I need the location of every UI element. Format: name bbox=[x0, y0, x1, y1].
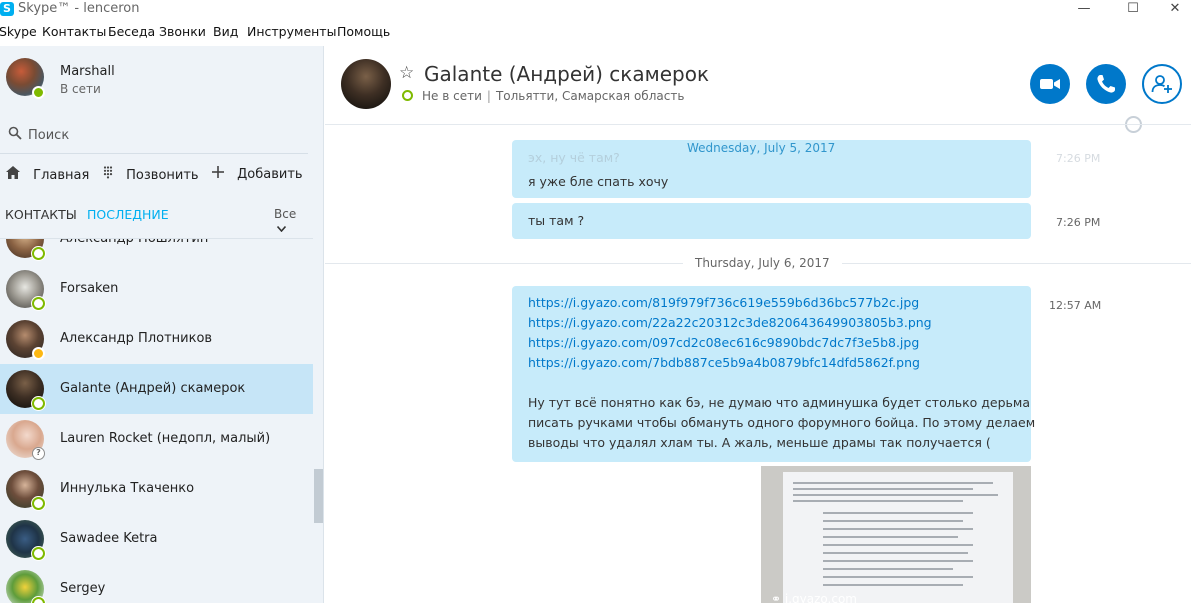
date-separator: Wednesday, July 5, 2017 bbox=[675, 141, 848, 155]
profile-name[interactable]: Marshall bbox=[60, 64, 115, 79]
profile-presence-icon bbox=[32, 86, 45, 99]
contact-name: Sergey bbox=[60, 581, 106, 596]
search-icon bbox=[8, 126, 22, 144]
audio-call-button[interactable] bbox=[1086, 64, 1126, 104]
window-title: Skype™ - lenceron bbox=[18, 1, 140, 16]
presence-online-icon bbox=[32, 547, 45, 560]
image-caption: ⚭ i.gyazo.com bbox=[771, 592, 857, 603]
date-separator: Thursday, July 6, 2017 bbox=[683, 256, 842, 270]
menu-conversation[interactable]: Беседа bbox=[108, 24, 155, 39]
message-time-faded: 7:26 PM bbox=[1056, 152, 1101, 165]
home-icon bbox=[6, 166, 24, 183]
message-text: я уже бле спать хочу bbox=[528, 174, 669, 189]
chat-title[interactable]: Galante (Андрей) скамерок bbox=[424, 62, 709, 86]
sidebar: Marshall В сети Главная Позвонить Добави… bbox=[0, 46, 324, 603]
contact-row[interactable]: Иннулька Ткаченко bbox=[0, 464, 313, 514]
contact-row[interactable]: ? Lauren Rocket (недопл, малый) bbox=[0, 414, 313, 464]
search-input[interactable] bbox=[28, 125, 288, 145]
plus-icon bbox=[212, 166, 228, 182]
contact-row[interactable]: Александр Пошлятин bbox=[0, 238, 313, 264]
chat-location: Тольятти, Самарская область bbox=[495, 89, 685, 103]
video-call-button[interactable] bbox=[1030, 64, 1070, 104]
contact-name: Sawadee Ketra bbox=[60, 531, 158, 546]
add-people-button[interactable] bbox=[1142, 64, 1182, 104]
presence-offline-icon bbox=[402, 90, 413, 101]
header-divider bbox=[325, 124, 1191, 125]
message-content: https://i.gyazo.com/819f979f736c619e559b… bbox=[528, 293, 1035, 453]
maximize-button[interactable]: ☐ bbox=[1110, 0, 1156, 20]
filter-dropdown[interactable]: Все bbox=[274, 207, 308, 235]
home-button[interactable]: Главная bbox=[6, 166, 89, 183]
contact-row[interactable]: Forsaken bbox=[0, 264, 313, 314]
message-text-faded: эх, ну чё там? bbox=[528, 150, 620, 165]
add-contact-button[interactable]: Добавить bbox=[212, 166, 303, 182]
image-content bbox=[783, 472, 1013, 603]
star-icon[interactable]: ☆ bbox=[399, 63, 414, 83]
dialpad-icon bbox=[103, 166, 117, 183]
chat-subtitle: Не в сети | Тольятти, Самарская область bbox=[402, 89, 684, 103]
chat-status: Не в сети bbox=[422, 89, 482, 103]
contact-list: Александр Пошлятин Forsaken Александр Пл… bbox=[0, 238, 313, 603]
message-bubble[interactable]: https://i.gyazo.com/819f979f736c619e559b… bbox=[512, 286, 1035, 462]
search-box[interactable] bbox=[0, 124, 308, 154]
contact-name: Иннулька Ткаченко bbox=[60, 481, 195, 496]
message-link[interactable]: https://i.gyazo.com/097cd2c08ec616c9890b… bbox=[528, 333, 1035, 353]
call-label: Позвонить bbox=[126, 168, 199, 183]
presence-offline-icon bbox=[32, 397, 45, 410]
add-label: Добавить bbox=[237, 167, 303, 182]
title-bar: S Skype™ - lenceron — ☐ ✕ bbox=[0, 0, 1191, 20]
message-paragraph: Ну тут всё понятно как бэ, не думаю что … bbox=[528, 393, 1035, 453]
message-time: 12:57 AM bbox=[1049, 299, 1102, 312]
image-caption-text: i.gyazo.com bbox=[784, 592, 857, 603]
presence-online-icon bbox=[32, 297, 45, 310]
menu-help[interactable]: Помощь bbox=[337, 24, 390, 39]
presence-unknown-icon: ? bbox=[32, 447, 45, 460]
contact-name: Александр Плотников bbox=[60, 331, 213, 346]
contact-row[interactable]: Sergey bbox=[0, 564, 313, 603]
presence-online-icon bbox=[32, 597, 45, 603]
profile-status[interactable]: В сети bbox=[60, 82, 101, 96]
presence-online-icon bbox=[32, 497, 45, 510]
contact-name: Lauren Rocket (недопл, малый) bbox=[60, 431, 271, 446]
menu-calls[interactable]: Звонки bbox=[159, 24, 206, 39]
close-button[interactable]: ✕ bbox=[1152, 0, 1191, 20]
contact-row[interactable]: Александр Плотников bbox=[0, 314, 313, 364]
message-link[interactable]: https://i.gyazo.com/819f979f736c619e559b… bbox=[528, 293, 1035, 313]
nav-row: Главная Позвонить Добавить bbox=[0, 166, 308, 186]
home-label: Главная bbox=[33, 168, 90, 183]
contact-row-selected[interactable]: Galante (Андрей) скамерок bbox=[0, 364, 313, 414]
call-dialpad-button[interactable]: Позвонить bbox=[103, 166, 199, 183]
filter-label: Все bbox=[274, 207, 297, 221]
message-link[interactable]: https://i.gyazo.com/7bdb887ce5b9a4b0879b… bbox=[528, 353, 1035, 373]
contact-row[interactable]: Sawadee Ketra bbox=[0, 514, 313, 564]
presence-online-icon bbox=[32, 247, 45, 260]
tab-contacts[interactable]: КОНТАКТЫ bbox=[5, 207, 77, 222]
presence-away-icon bbox=[32, 347, 45, 360]
image-preview[interactable]: ⚭ i.gyazo.com bbox=[761, 466, 1031, 603]
menu-skype[interactable]: Skype bbox=[0, 24, 37, 39]
message-time: 7:26 PM bbox=[1056, 216, 1101, 229]
link-icon: ⚭ bbox=[771, 592, 785, 603]
menu-tools[interactable]: Инструменты bbox=[247, 24, 336, 39]
message-text: ты там ? bbox=[528, 213, 585, 228]
message-line: Ну тут всё понятно как бэ, не думаю что … bbox=[528, 395, 1030, 410]
menu-view[interactable]: Вид bbox=[213, 24, 238, 39]
skype-logo-icon: S bbox=[0, 2, 14, 16]
contact-list-scrollbar[interactable] bbox=[314, 469, 323, 523]
contact-name: Александр Пошлятин bbox=[60, 238, 209, 246]
message-link[interactable]: https://i.gyazo.com/22a22c20312c3de82064… bbox=[528, 313, 1035, 333]
contact-name: Galante (Андрей) скамерок bbox=[60, 381, 246, 396]
chat-avatar[interactable] bbox=[341, 59, 391, 109]
minimize-button[interactable]: — bbox=[1061, 0, 1107, 20]
chevron-down-icon bbox=[274, 221, 287, 235]
message-line: писать ручками чтобы обмануть одного фор… bbox=[528, 415, 1036, 430]
contacts-tabs: КОНТАКТЫ ПОСЛЕДНИЕ Все bbox=[0, 207, 308, 233]
tab-recent[interactable]: ПОСЛЕДНИЕ bbox=[87, 207, 169, 222]
contact-name: Forsaken bbox=[60, 281, 119, 296]
message-bubble[interactable]: ты там ? bbox=[512, 203, 1031, 239]
menu-contacts[interactable]: Контакты bbox=[42, 24, 106, 39]
message-line: выводы что удалял хлам ты. А жаль, меньш… bbox=[528, 435, 991, 450]
